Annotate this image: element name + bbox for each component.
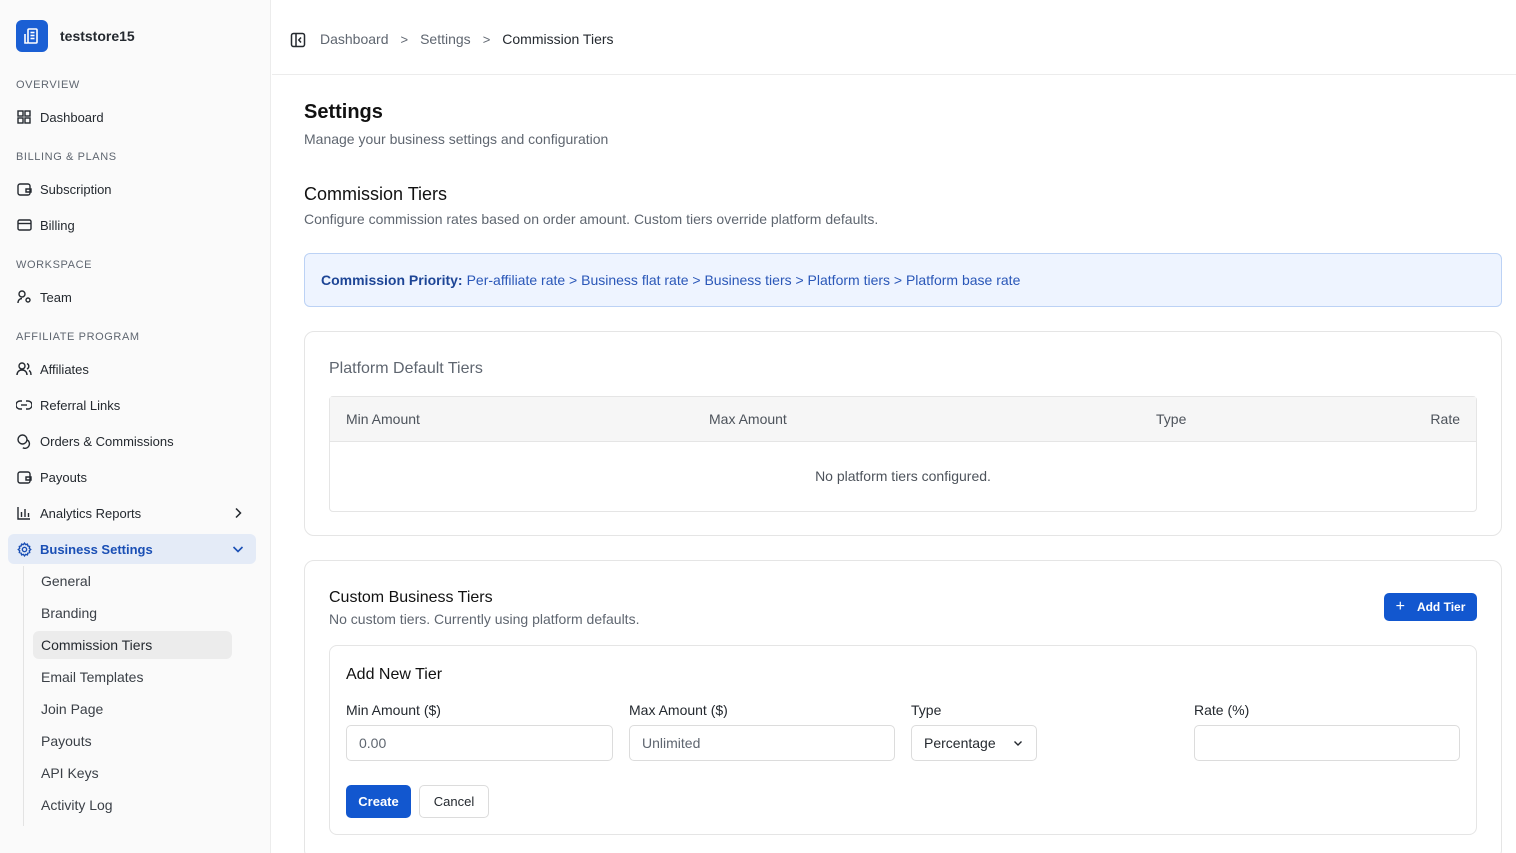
breadcrumb-separator: > <box>482 31 491 47</box>
table-header: Min Amount Max Amount Type Rate <box>330 397 1476 442</box>
sidebar-subitem-activity-log[interactable]: Activity Log <box>33 791 232 819</box>
sidebar-item-team[interactable]: Team <box>8 282 256 312</box>
platform-tiers-card: Platform Default Tiers Min Amount Max Am… <box>304 331 1502 536</box>
section-affiliate: AFFILIATE PROGRAM <box>16 331 140 343</box>
breadcrumb-separator: > <box>400 31 409 47</box>
sidebar-item-billing[interactable]: Billing <box>8 210 256 240</box>
link-icon <box>16 397 32 413</box>
store-name: teststore15 <box>60 28 135 44</box>
sidebar-item-label: Team <box>40 289 72 305</box>
card-title: Custom Business Tiers <box>329 589 493 606</box>
type-label: Type <box>911 702 942 718</box>
sidebar-item-dashboard[interactable]: Dashboard <box>8 102 256 132</box>
bar-chart-icon <box>16 505 32 521</box>
column-header: Max Amount <box>709 411 787 427</box>
sidebar-item-label: Orders & Commissions <box>40 433 174 449</box>
rate-label: Rate (%) <box>1194 702 1250 718</box>
max-amount-input[interactable] <box>629 725 895 761</box>
sidebar-subitem-commission-tiers[interactable]: Commission Tiers <box>33 631 232 659</box>
credit-card-icon <box>16 217 32 233</box>
breadcrumb-settings[interactable]: Settings <box>420 31 471 47</box>
wallet-icon <box>16 181 32 197</box>
empty-state: No platform tiers configured. <box>815 468 991 484</box>
add-tier-button[interactable]: + Add Tier <box>1384 593 1477 621</box>
sidebar: teststore15 OVERVIEW Dashboard BILLING &… <box>0 0 271 853</box>
sidebar-item-analytics-reports[interactable]: Analytics Reports <box>8 498 256 528</box>
sidebar-item-subscription[interactable]: Subscription <box>8 174 256 204</box>
priority-notice: Commission Priority: Per-affiliate rate … <box>304 253 1502 307</box>
plus-icon: + <box>1395 598 1405 615</box>
sidebar-subitem-branding[interactable]: Branding <box>33 599 232 627</box>
column-header: Min Amount <box>346 411 420 427</box>
chevron-down-icon <box>1014 741 1022 746</box>
top-bar: Dashboard > Settings > Commission Tiers <box>272 0 1516 75</box>
sidebar-item-label: Referral Links <box>40 397 121 413</box>
user-cog-icon <box>16 289 32 305</box>
section-subtitle: Configure commission rates based on orde… <box>304 211 879 227</box>
sidebar-toggle-icon[interactable] <box>290 32 306 48</box>
platform-tiers-table: Min Amount Max Amount Type Rate No platf… <box>329 396 1477 512</box>
priority-label: Commission Priority: <box>321 272 463 288</box>
sidebar-item-label: Payouts <box>40 469 87 485</box>
priority-text: Per-affiliate rate > Business flat rate … <box>466 272 1021 288</box>
min-amount-input[interactable] <box>346 725 613 761</box>
sidebar-item-payouts[interactable]: Payouts <box>8 462 256 492</box>
users-icon <box>16 361 32 377</box>
section-workspace: WORKSPACE <box>16 259 93 271</box>
max-amount-label: Max Amount ($) <box>629 702 728 718</box>
sidebar-item-label: Dashboard <box>40 109 104 125</box>
chevron-down-icon <box>232 546 244 553</box>
sidebar-item-label: Affiliates <box>40 361 89 377</box>
sidebar-item-affiliates[interactable]: Affiliates <box>8 354 256 384</box>
column-header: Rate <box>1430 411 1460 427</box>
form-title: Add New Tier <box>346 666 443 683</box>
coins-icon <box>16 433 32 449</box>
section-title: Commission Tiers <box>304 184 448 204</box>
sidebar-subitem-email-templates[interactable]: Email Templates <box>33 663 232 691</box>
add-tier-label: Add Tier <box>1416 600 1466 614</box>
type-select-value: Percentage <box>924 735 996 751</box>
cancel-button[interactable]: Cancel <box>419 785 489 818</box>
sidebar-item-label: Billing <box>40 217 75 233</box>
breadcrumb: Dashboard > Settings > Commission Tiers <box>320 31 614 47</box>
page-title: Settings <box>304 101 383 123</box>
sidebar-item-referral-links[interactable]: Referral Links <box>8 390 256 420</box>
rate-input[interactable] <box>1194 725 1460 761</box>
sidebar-subitem-general[interactable]: General <box>33 567 232 595</box>
grid-icon <box>16 109 32 125</box>
min-amount-label: Min Amount ($) <box>346 702 441 718</box>
gear-icon <box>16 541 32 557</box>
sidebar-item-label: Business Settings <box>40 541 153 557</box>
sidebar-subitem-join-page[interactable]: Join Page <box>33 695 232 723</box>
submenu-rail <box>23 566 24 826</box>
card-subtitle: No custom tiers. Currently using platfor… <box>329 611 640 627</box>
custom-tiers-card: Custom Business Tiers No custom tiers. C… <box>304 560 1502 853</box>
sidebar-item-label: Subscription <box>40 181 112 197</box>
section-billing: BILLING & PLANS <box>16 151 117 163</box>
add-tier-form: Add New Tier Min Amount ($) Max Amount (… <box>329 645 1477 835</box>
breadcrumb-current: Commission Tiers <box>502 31 614 47</box>
sidebar-item-orders-commissions[interactable]: Orders & Commissions <box>8 426 256 456</box>
chevron-right-icon <box>235 507 242 519</box>
card-title: Platform Default Tiers <box>329 360 483 377</box>
store-logo-icon <box>16 20 48 52</box>
section-overview: OVERVIEW <box>16 79 80 91</box>
page-subtitle: Manage your business settings and config… <box>304 131 609 147</box>
sidebar-subitem-api-keys[interactable]: API Keys <box>33 759 232 787</box>
column-header: Type <box>1156 411 1187 427</box>
sidebar-subitem-payouts[interactable]: Payouts <box>33 727 232 755</box>
create-button[interactable]: Create <box>346 785 411 818</box>
sidebar-item-label: Analytics Reports <box>40 505 142 521</box>
wallet-icon <box>16 469 32 485</box>
type-select[interactable]: Percentage <box>911 725 1037 761</box>
breadcrumb-dashboard[interactable]: Dashboard <box>320 31 389 47</box>
store-switcher[interactable]: teststore15 <box>16 20 135 52</box>
sidebar-item-business-settings[interactable]: Business Settings <box>8 534 256 564</box>
